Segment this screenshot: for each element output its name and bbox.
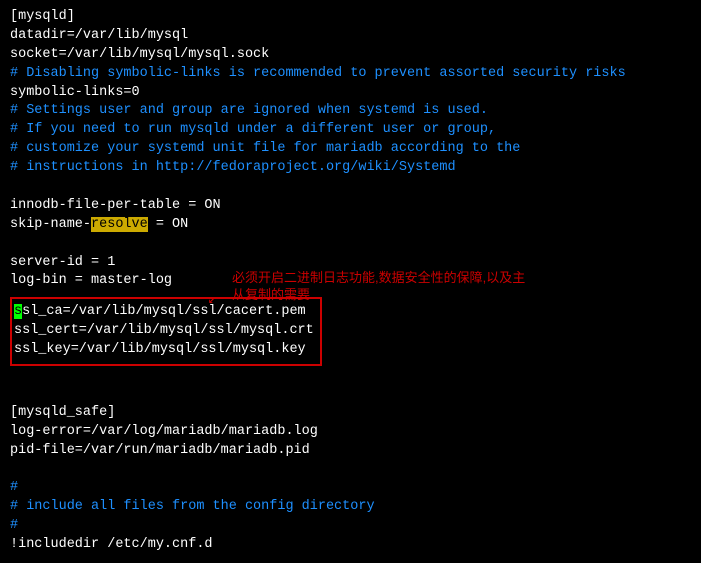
- config-line: !includedir /etc/my.cnf.d: [10, 536, 691, 555]
- text-fragment: sl_ca=/var/lib/mysql/ssl/cacert.pem: [22, 304, 306, 319]
- comment-line: # include all files from the config dire…: [10, 498, 691, 517]
- config-line: ssl_ca=/var/lib/mysql/ssl/cacert.pem: [14, 303, 314, 322]
- highlighted-text: resolve: [91, 217, 148, 232]
- comment-line: # If you need to run mysqld under a diff…: [10, 121, 691, 140]
- comment-line: # Settings user and group are ignored wh…: [10, 102, 691, 121]
- comment-line: #: [10, 479, 691, 498]
- annotation-line2: 从复制的需要: [232, 287, 525, 304]
- cursor: s: [14, 304, 22, 319]
- config-line: ssl_cert=/var/lib/mysql/ssl/mysql.crt: [14, 322, 314, 341]
- arrow-icon: ↙: [208, 291, 216, 311]
- config-line: pid-file=/var/run/mariadb/mariadb.pid: [10, 442, 691, 461]
- annotation-text: 必须开启二进制日志功能,数据安全性的保障,以及主 从复制的需要: [232, 270, 525, 304]
- text-fragment: skip-name-: [10, 217, 91, 232]
- comment-line: # Disabling symbolic-links is recommende…: [10, 65, 691, 84]
- config-line: symbolic-links=0: [10, 84, 691, 103]
- terminal-window: [mysqld] datadir=/var/lib/mysql socket=/…: [10, 8, 691, 555]
- config-line: log-error=/var/log/mariadb/mariadb.log: [10, 423, 691, 442]
- annotation-line1: 必须开启二进制日志功能,数据安全性的保障,以及主: [232, 270, 525, 287]
- highlighted-block: ssl_ca=/var/lib/mysql/ssl/cacert.pem ssl…: [10, 297, 322, 366]
- comment-line: # customize your systemd unit file for m…: [10, 140, 691, 159]
- config-line: innodb-file-per-table = ON: [10, 197, 691, 216]
- config-line: [mysqld]: [10, 8, 691, 27]
- comment-line: #: [10, 517, 691, 536]
- config-line: datadir=/var/lib/mysql: [10, 27, 691, 46]
- text-fragment: = ON: [148, 217, 189, 232]
- config-line: [mysqld_safe]: [10, 404, 691, 423]
- comment-line: # instructions in http://fedoraproject.o…: [10, 159, 691, 178]
- config-line: socket=/var/lib/mysql/mysql.sock: [10, 46, 691, 65]
- config-line: skip-name-resolve = ON: [10, 216, 691, 235]
- config-line: ssl_key=/var/lib/mysql/ssl/mysql.key: [14, 341, 314, 360]
